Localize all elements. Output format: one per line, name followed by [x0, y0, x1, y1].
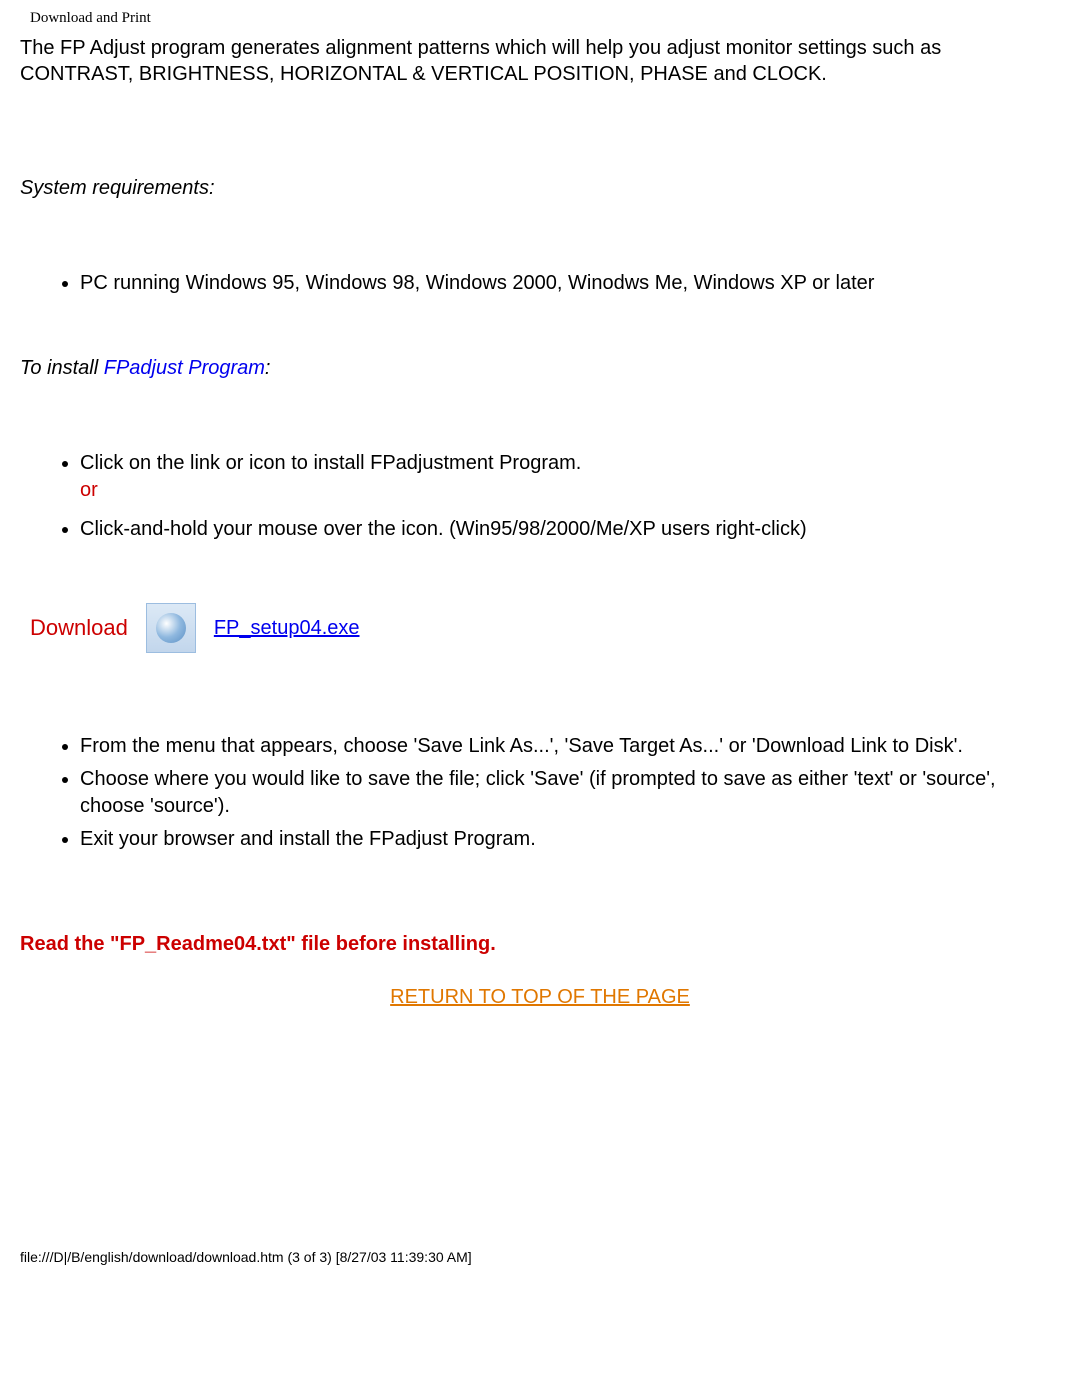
install-heading-suffix: : [265, 357, 271, 379]
disc-icon [156, 613, 186, 643]
or-text: or [80, 479, 98, 501]
setup-file-link[interactable]: FP_setup04.exe [214, 617, 360, 640]
install-step-text: Click on the link or icon to install FPa… [80, 452, 581, 474]
list-item: From the menu that appears, choose 'Save… [80, 713, 1060, 760]
install-heading: To install FPadjust Program: [20, 357, 1060, 380]
install-heading-prefix: To install [20, 357, 104, 379]
post-download-list: From the menu that appears, choose 'Save… [20, 713, 1060, 853]
return-link-wrap: RETURN TO TOP OF THE PAGE [20, 986, 1060, 1009]
intro-paragraph: The FP Adjust program generates alignmen… [20, 35, 1060, 87]
download-row: Download FP_setup04.exe [30, 603, 1060, 653]
readme-warning: Read the "FP_Readme04.txt" file before i… [20, 933, 1060, 956]
footer-file-path: file:///D|/B/english/download/download.h… [20, 1249, 1060, 1265]
system-requirements-list: PC running Windows 95, Windows 98, Windo… [20, 250, 1060, 297]
install-steps-list: Click on the link or icon to install FPa… [20, 430, 1060, 543]
list-item: Choose where you would like to save the … [80, 766, 1060, 820]
list-item: Click-and-hold your mouse over the icon.… [80, 510, 1060, 543]
system-requirements-heading: System requirements: [20, 177, 1060, 200]
list-item: Exit your browser and install the FPadju… [80, 826, 1060, 853]
list-item: PC running Windows 95, Windows 98, Windo… [80, 250, 1060, 297]
fpadjust-program-link[interactable]: FPadjust Program [104, 357, 265, 379]
page-header-small: Download and Print [30, 10, 1060, 27]
setup-file-icon[interactable] [146, 603, 196, 653]
list-item: Click on the link or icon to install FPa… [80, 430, 1060, 504]
download-label: Download [30, 615, 128, 641]
return-to-top-link[interactable]: RETURN TO TOP OF THE PAGE [390, 986, 690, 1008]
